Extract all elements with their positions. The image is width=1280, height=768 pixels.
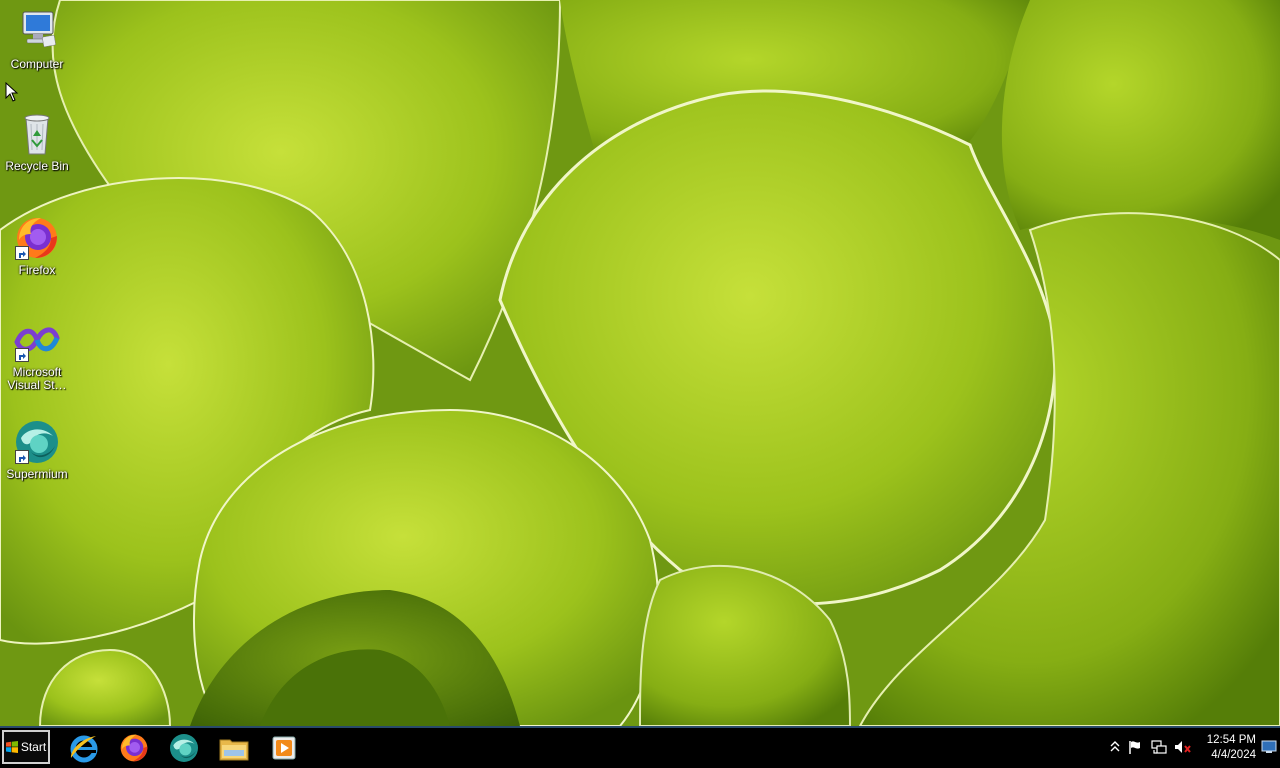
desktop[interactable]: Computer Recycle Bin Firefox Microsoft V… xyxy=(0,0,1280,726)
taskbar: Start 12:54 PM 4/4/2024 xyxy=(0,726,1280,768)
recycle-bin-icon xyxy=(13,110,61,158)
clock-date: 4/4/2024 xyxy=(1211,749,1256,761)
volume-muted-icon[interactable] xyxy=(1174,738,1192,756)
visual-studio-icon xyxy=(13,316,61,364)
desktop-icon-label: Supermium xyxy=(6,467,68,481)
firefox-icon xyxy=(120,734,148,762)
folder-icon xyxy=(219,739,249,761)
desktop-icon-label: Computer xyxy=(10,57,64,71)
desktop-icon-recycle-bin[interactable]: Recycle Bin xyxy=(0,110,74,173)
desktop-icon-visual-studio[interactable]: Microsoft Visual St… xyxy=(0,316,74,392)
desktop-icon-supermium[interactable]: Supermium xyxy=(0,418,74,481)
computer-icon xyxy=(13,8,61,56)
network-icon[interactable] xyxy=(1150,738,1168,756)
desktop-icon-label: Microsoft Visual St… xyxy=(7,365,67,392)
taskbar-media-player[interactable] xyxy=(264,731,304,765)
taskbar-internet-explorer[interactable] xyxy=(64,731,104,765)
media-player-icon xyxy=(272,736,296,760)
internet-explorer-icon xyxy=(70,735,98,763)
system-tray: 12:54 PM 4/4/2024 xyxy=(1104,728,1280,768)
desktop-icon-firefox[interactable]: Firefox xyxy=(0,214,74,277)
start-label: Start xyxy=(20,740,47,754)
clock-time: 12:54 PM xyxy=(1206,734,1256,746)
taskbar-firefox[interactable] xyxy=(114,731,154,765)
firefox-icon xyxy=(13,214,61,262)
wallpaper-succulent xyxy=(0,0,1280,726)
supermium-icon xyxy=(170,734,198,762)
shortcut-arrow-icon xyxy=(15,450,29,464)
desktop-icon-label: Firefox xyxy=(18,263,56,277)
desktop-icon-computer[interactable]: Computer xyxy=(0,8,74,71)
shortcut-arrow-icon xyxy=(15,348,29,362)
system-clock[interactable]: 12:54 PM 4/4/2024 xyxy=(1194,733,1256,763)
show-desktop-icon[interactable] xyxy=(1260,738,1278,756)
action-center-flag-icon[interactable] xyxy=(1126,738,1144,756)
taskbar-file-explorer[interactable] xyxy=(214,731,254,765)
mouse-pointer-icon xyxy=(5,82,19,102)
taskbar-supermium[interactable] xyxy=(164,731,204,765)
desktop-icon-label: Recycle Bin xyxy=(5,159,69,173)
windows-logo-icon xyxy=(5,741,18,753)
start-button[interactable]: Start xyxy=(2,730,50,764)
supermium-icon xyxy=(13,418,61,466)
show-hidden-icons-icon[interactable] xyxy=(1106,738,1124,756)
shortcut-arrow-icon xyxy=(15,246,29,260)
